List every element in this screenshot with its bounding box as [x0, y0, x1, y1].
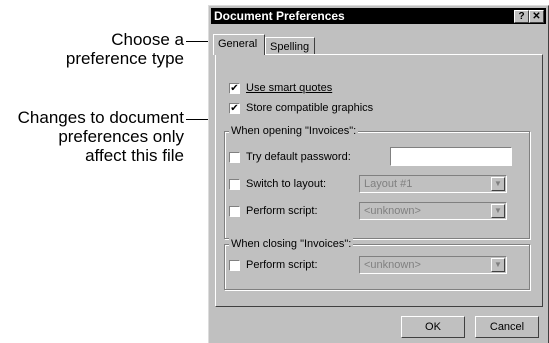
chevron-down-icon[interactable]: ▼ [491, 177, 505, 191]
closing-group-title: When closing "Invoices": [229, 238, 354, 251]
smart-quotes-label[interactable]: Use smart quotes [246, 82, 332, 95]
close-button[interactable]: ✕ [529, 10, 544, 23]
compatible-graphics-checkbox[interactable]: ✔ [229, 103, 240, 114]
cancel-button[interactable]: Cancel [475, 316, 539, 338]
callout-document-prefs: Changes to document preferences only aff… [18, 108, 184, 165]
opening-group-title: When opening "Invoices": [229, 125, 359, 138]
callout-line: preferences only [58, 127, 184, 146]
callout-line: Changes to document [17, 108, 184, 127]
callout-line: affect this file [85, 146, 184, 165]
compatible-graphics-label[interactable]: Store compatible graphics [246, 102, 373, 115]
dialog-titlebar: Document Preferences ? ✕ [211, 8, 546, 24]
chevron-down-icon[interactable]: ▼ [491, 204, 505, 218]
perform-script-open-label[interactable]: Perform script: [246, 205, 318, 218]
general-panel: ✔ Use smart quotes ✔ Store compatible gr… [215, 54, 543, 307]
ok-button[interactable]: OK [401, 316, 465, 338]
smart-quotes-checkbox[interactable]: ✔ [229, 83, 240, 94]
default-password-checkbox[interactable] [229, 152, 240, 163]
switch-layout-checkbox[interactable] [229, 179, 240, 190]
perform-script-open-checkbox[interactable] [229, 206, 240, 217]
perform-script-close-checkbox[interactable] [229, 260, 240, 271]
dialog-title: Document Preferences [214, 9, 345, 23]
script-close-select[interactable]: <unknown> ▼ [359, 256, 507, 274]
script-open-value: <unknown> [364, 205, 421, 217]
script-close-value: <unknown> [364, 259, 421, 271]
document-preferences-dialog: Document Preferences ? ✕ General Spellin… [208, 5, 549, 343]
switch-layout-label[interactable]: Switch to layout: [246, 178, 326, 191]
callout-line: preference type [65, 49, 184, 68]
layout-select-value: Layout #1 [364, 178, 413, 190]
perform-script-close-label[interactable]: Perform script: [246, 259, 318, 272]
tab-label: Spelling [270, 41, 310, 53]
default-password-label[interactable]: Try default password: [246, 151, 351, 164]
help-button[interactable]: ? [514, 10, 529, 23]
tab-general[interactable]: General [213, 34, 265, 55]
tab-spelling[interactable]: Spelling [265, 37, 315, 55]
callout-line: Choose a [111, 30, 184, 49]
default-password-input[interactable] [390, 147, 512, 166]
script-open-select[interactable]: <unknown> ▼ [359, 202, 507, 220]
tab-label: General [218, 38, 258, 50]
chevron-down-icon[interactable]: ▼ [491, 258, 505, 272]
layout-select[interactable]: Layout #1 ▼ [359, 175, 507, 193]
callout-preference-type: Choose a preference type [66, 30, 184, 68]
